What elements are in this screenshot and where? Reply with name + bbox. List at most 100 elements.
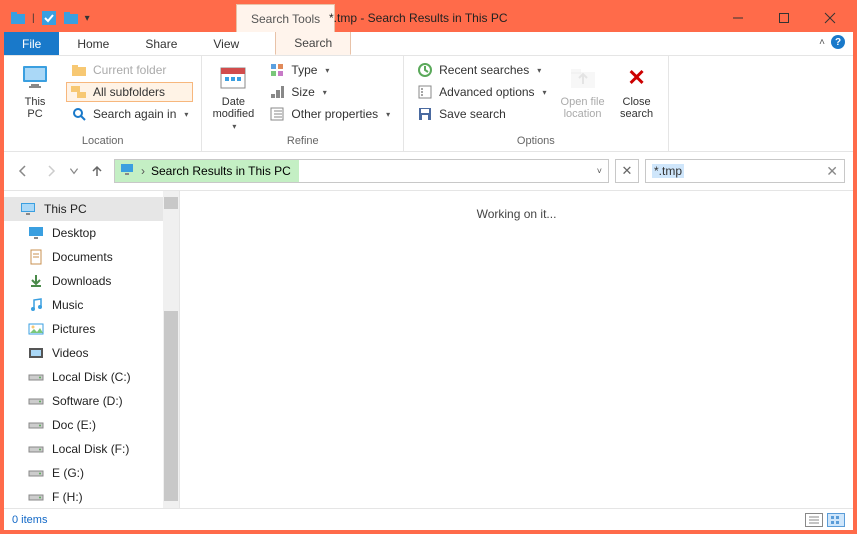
nav-videos[interactable]: Videos <box>4 341 179 365</box>
chevron-right-icon: › <box>141 164 145 178</box>
minimize-button[interactable] <box>715 4 761 32</box>
nav-item-label: Pictures <box>52 322 95 336</box>
address-clear-button[interactable]: ✕ <box>615 159 639 183</box>
this-pc-label: ThisPC <box>25 96 46 120</box>
group-label-options: Options <box>412 135 659 149</box>
all-subfolders-label: All subfolders <box>93 85 165 99</box>
tab-home[interactable]: Home <box>59 32 127 55</box>
group-label-location: Location <box>12 135 193 149</box>
help-button[interactable]: ? <box>831 35 845 49</box>
window-controls <box>715 4 853 32</box>
subfolders-icon <box>71 84 87 100</box>
address-path-text: Search Results in This PC <box>151 164 291 178</box>
scrollbar-thumb[interactable] <box>164 311 178 501</box>
chevron-down-icon: ▾ <box>537 66 541 75</box>
tab-search[interactable]: Search <box>275 32 351 55</box>
size-icon <box>269 84 285 100</box>
nav-drive-e[interactable]: Doc (E:) <box>4 413 179 437</box>
forward-button[interactable] <box>40 160 62 182</box>
drive-icon <box>28 369 44 385</box>
back-button[interactable] <box>12 160 34 182</box>
nav-item-label: Downloads <box>52 274 111 288</box>
recent-searches-button[interactable]: Recent searches ▾ <box>412 60 551 80</box>
nav-item-label: Documents <box>52 250 113 264</box>
item-count-text: 0 items <box>12 514 47 526</box>
type-button[interactable]: Type ▾ <box>264 60 395 80</box>
calendar-icon <box>217 62 249 94</box>
desktop-icon <box>28 225 44 241</box>
search-input[interactable]: *.tmp ✕ <box>645 159 845 183</box>
chevron-down-icon: ▾ <box>386 110 390 119</box>
type-icon <box>269 62 285 78</box>
drive-icon <box>28 441 44 457</box>
scrollbar-thumb[interactable] <box>164 197 178 209</box>
size-label: Size <box>291 85 314 99</box>
open-file-location-button: Open filelocation <box>560 60 606 135</box>
nav-pictures[interactable]: Pictures <box>4 317 179 341</box>
quick-access-toolbar: | ▾ <box>4 10 90 26</box>
nav-downloads[interactable]: Downloads <box>4 269 179 293</box>
nav-drive-f[interactable]: Local Disk (F:) <box>4 437 179 461</box>
this-pc-button[interactable]: ThisPC <box>12 60 58 135</box>
collapse-ribbon-button[interactable]: ˄ <box>819 37 825 48</box>
address-path: › Search Results in This PC <box>115 160 299 182</box>
icons-view-button[interactable] <box>827 513 845 527</box>
nav-drive-h[interactable]: F (H:) <box>4 485 179 508</box>
music-icon <box>28 297 44 313</box>
search-again-button[interactable]: Search again in ▾ <box>66 104 193 124</box>
other-properties-label: Other properties <box>291 107 378 121</box>
chevron-down-icon: ▾ <box>323 88 327 97</box>
nav-drive-g[interactable]: E (G:) <box>4 461 179 485</box>
type-label: Type <box>291 63 317 77</box>
recent-searches-label: Recent searches <box>439 63 529 77</box>
ribbon-group-options: Recent searches ▾ Advanced options ▾ Sav… <box>404 56 668 151</box>
results-pane: Working on it... <box>180 191 853 508</box>
nav-documents[interactable]: Documents <box>4 245 179 269</box>
nav-item-label: Music <box>52 298 83 312</box>
search-again-label: Search again in <box>93 107 176 121</box>
nav-item-label: E (G:) <box>52 466 84 480</box>
drive-icon <box>28 465 44 481</box>
search-tools-context-tab[interactable]: Search Tools <box>236 4 335 32</box>
address-bar[interactable]: › Search Results in This PC ˅ <box>114 159 609 183</box>
current-folder-label: Current folder <box>93 63 166 77</box>
date-modified-button[interactable]: Datemodified ▾ <box>210 60 256 135</box>
loading-text: Working on it... <box>477 207 557 221</box>
nav-item-label: Local Disk (F:) <box>52 442 129 456</box>
current-folder-button[interactable]: Current folder <box>66 60 193 80</box>
tab-share[interactable]: Share <box>127 32 195 55</box>
address-dropdown[interactable]: ˅ <box>597 166 602 176</box>
nav-scrollbar[interactable] <box>163 191 179 508</box>
title-bar: | ▾ Search Tools *.tmp - Search Results … <box>4 4 853 32</box>
all-subfolders-button[interactable]: All subfolders <box>66 82 193 102</box>
close-button[interactable] <box>807 4 853 32</box>
folder-icon[interactable] <box>10 10 26 26</box>
other-properties-button[interactable]: Other properties ▾ <box>264 104 395 124</box>
search-again-icon <box>71 106 87 122</box>
nav-desktop[interactable]: Desktop <box>4 221 179 245</box>
qat-dropdown[interactable]: ▾ <box>85 13 90 24</box>
tab-view[interactable]: View <box>195 32 257 55</box>
nav-item-label: Doc (E:) <box>52 418 96 432</box>
nav-drive-c[interactable]: Local Disk (C:) <box>4 365 179 389</box>
advanced-options-button[interactable]: Advanced options ▾ <box>412 82 551 102</box>
ribbon: ThisPC Current folder All subfolders Sea… <box>4 56 853 152</box>
save-search-button[interactable]: Save search <box>412 104 551 124</box>
nav-item-label: F (H:) <box>52 490 83 504</box>
nav-drive-d[interactable]: Software (D:) <box>4 389 179 413</box>
navigation-pane: This PC Desktop Documents Downloads Musi… <box>4 191 180 508</box>
maximize-button[interactable] <box>761 4 807 32</box>
explorer-window: | ▾ Search Tools *.tmp - Search Results … <box>4 4 853 530</box>
close-search-button[interactable]: ✕ Closesearch <box>614 60 660 135</box>
search-clear-icon[interactable]: ✕ <box>826 163 838 180</box>
recent-dropdown[interactable] <box>68 160 80 182</box>
details-view-button[interactable] <box>805 513 823 527</box>
new-folder-icon[interactable] <box>63 10 79 26</box>
up-button[interactable] <box>86 160 108 182</box>
tab-file[interactable]: File <box>4 32 59 55</box>
view-mode-buttons <box>805 513 845 527</box>
nav-music[interactable]: Music <box>4 293 179 317</box>
nav-this-pc[interactable]: This PC <box>4 197 179 221</box>
properties-check-icon[interactable] <box>41 10 57 26</box>
size-button[interactable]: Size ▾ <box>264 82 395 102</box>
